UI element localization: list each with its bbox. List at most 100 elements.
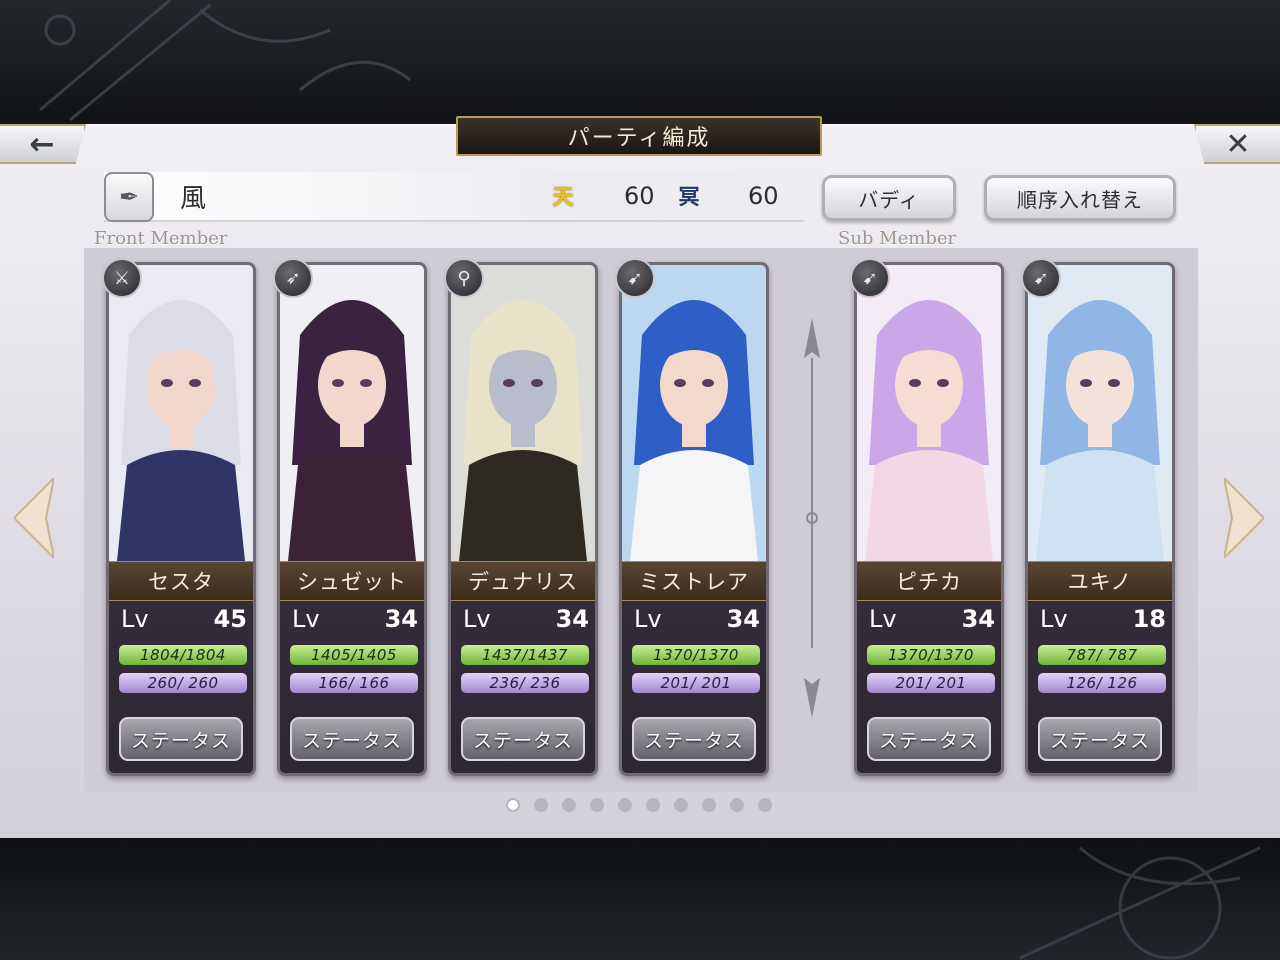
sp-bar: 201/ 201 [867, 673, 995, 693]
next-page-arrow-icon[interactable] [1224, 478, 1264, 558]
level-row: Lv 34 [459, 605, 589, 639]
close-icon: ✕ [1225, 126, 1251, 162]
bottom-background [0, 838, 1280, 960]
page-dot[interactable] [506, 798, 520, 812]
close-button[interactable]: ✕ [1194, 124, 1280, 164]
page-dot[interactable] [618, 798, 632, 812]
character-name: ミストレア [622, 561, 766, 601]
sp-bar: 126/ 126 [1038, 673, 1166, 693]
heaven-stat-icon: 天 [552, 185, 574, 209]
level-row: Lv 34 [865, 605, 995, 639]
level-value: 34 [961, 605, 995, 633]
level-value: 34 [555, 605, 589, 633]
front-member-label: Front Member [94, 228, 228, 249]
character-portrait[interactable] [451, 265, 595, 561]
buddy-button[interactable]: バディ [822, 175, 956, 221]
feather-icon[interactable]: ✒ [104, 172, 154, 222]
heaven-stat-value: 60 [624, 182, 655, 210]
portrait-art [280, 265, 424, 561]
level-value: 18 [1132, 605, 1166, 633]
character-portrait[interactable] [109, 265, 253, 561]
section-divider [804, 318, 820, 718]
member-card[interactable]: ユキノ Lv 18 787/ 787 126/ 126 ステータス [1025, 262, 1175, 776]
hp-bar: 1437/1437 [461, 645, 589, 665]
level-label: Lv [463, 605, 491, 633]
character-name: デュナリス [451, 561, 595, 601]
hp-bar: 1370/1370 [867, 645, 995, 665]
sp-bar: 201/ 201 [632, 673, 760, 693]
level-row: Lv 18 [1036, 605, 1166, 639]
page-dot[interactable] [702, 798, 716, 812]
pagination-dots [506, 798, 776, 814]
hp-bar: 1804/1804 [119, 645, 247, 665]
spear-icon: ➶ [273, 258, 313, 298]
element-name: 風 [180, 184, 207, 214]
underworld-stat-value: 60 [748, 182, 779, 210]
status-button[interactable]: ステータス [1038, 717, 1162, 761]
character-portrait[interactable] [280, 265, 424, 561]
level-row: Lv 34 [288, 605, 418, 639]
element-icon-glyph: ✒ [118, 183, 140, 211]
level-value: 34 [384, 605, 418, 633]
status-button[interactable]: ステータス [290, 717, 414, 761]
ornament-top-left [39, 0, 411, 122]
character-name: ユキノ [1028, 561, 1172, 601]
portrait-art [1028, 265, 1172, 561]
hp-bar: 787/ 787 [1038, 645, 1166, 665]
level-label: Lv [292, 605, 320, 633]
member-card[interactable]: ミストレア Lv 34 1370/1370 201/ 201 ステータス [619, 262, 769, 776]
hp-bar: 1370/1370 [632, 645, 760, 665]
status-button[interactable]: ステータス [632, 717, 756, 761]
page-dot[interactable] [590, 798, 604, 812]
portrait-art [622, 265, 766, 561]
bow-icon: ➹ [615, 258, 655, 298]
portrait-art [451, 265, 595, 561]
bow-icon: ➹ [1021, 258, 1061, 298]
page-dot[interactable] [730, 798, 744, 812]
sp-bar: 236/ 236 [461, 673, 589, 693]
sub-member-label: Sub Member [838, 228, 957, 249]
status-button[interactable]: ステータス [461, 717, 585, 761]
member-card[interactable]: シュゼット Lv 34 1405/1405 166/ 166 ステータス [277, 262, 427, 776]
level-row: Lv 34 [630, 605, 760, 639]
prev-page-arrow-icon[interactable] [14, 478, 54, 558]
sp-bar: 260/ 260 [119, 673, 247, 693]
portrait-art [857, 265, 1001, 561]
sword-icon: ⚔ [102, 258, 142, 298]
character-portrait[interactable] [857, 265, 1001, 561]
back-button[interactable]: ← [0, 124, 86, 164]
status-button[interactable]: ステータス [867, 717, 991, 761]
member-card[interactable]: デュナリス Lv 34 1437/1437 236/ 236 ステータス [448, 262, 598, 776]
back-arrow-icon: ← [29, 126, 55, 162]
staff-icon: ⚲ [444, 258, 484, 298]
page-title: パーティ編成 [456, 116, 822, 156]
sp-bar: 166/ 166 [290, 673, 418, 693]
ornament-bottom-right [1019, 846, 1261, 960]
page-dot[interactable] [646, 798, 660, 812]
page-dot[interactable] [534, 798, 548, 812]
portrait-art [109, 265, 253, 561]
character-name: シュゼット [280, 561, 424, 601]
character-name: ピチカ [857, 561, 1001, 601]
top-background [0, 0, 1280, 122]
character-portrait[interactable] [1028, 265, 1172, 561]
bow-icon: ➹ [850, 258, 890, 298]
level-row: Lv 45 [117, 605, 247, 639]
member-card[interactable]: ピチカ Lv 34 1370/1370 201/ 201 ステータス [854, 262, 1004, 776]
level-label: Lv [121, 605, 149, 633]
level-value: 34 [726, 605, 760, 633]
level-label: Lv [1040, 605, 1068, 633]
level-value: 45 [213, 605, 247, 633]
level-label: Lv [869, 605, 897, 633]
hp-bar: 1405/1405 [290, 645, 418, 665]
character-portrait[interactable] [622, 265, 766, 561]
underworld-stat-icon: 冥 [678, 185, 700, 209]
page-dot[interactable] [674, 798, 688, 812]
page-dot[interactable] [758, 798, 772, 812]
character-name: セスタ [109, 561, 253, 601]
reorder-button[interactable]: 順序入れ替え [984, 175, 1176, 221]
member-card[interactable]: セスタ Lv 45 1804/1804 260/ 260 ステータス [106, 262, 256, 776]
page-dot[interactable] [562, 798, 576, 812]
level-label: Lv [634, 605, 662, 633]
status-button[interactable]: ステータス [119, 717, 243, 761]
